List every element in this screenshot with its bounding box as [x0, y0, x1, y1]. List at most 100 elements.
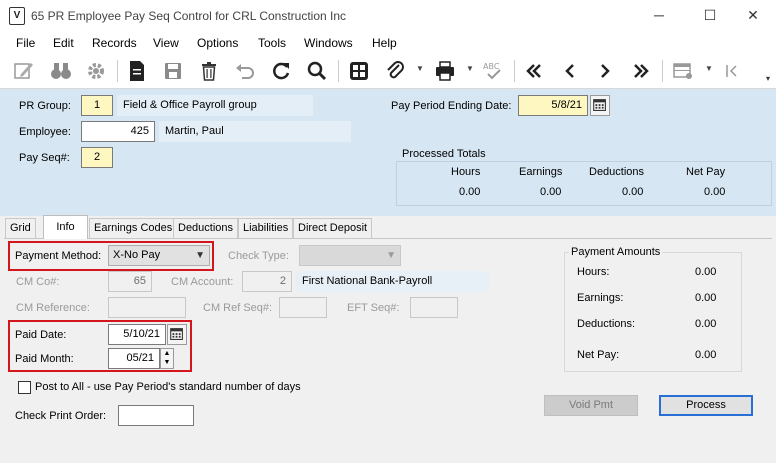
cm-reference-input[interactable]	[108, 297, 186, 318]
payment-hours-value: 0.00	[695, 266, 717, 278]
stepper-up-icon[interactable]: ▲	[161, 349, 173, 358]
attachment-icon[interactable]	[382, 58, 408, 84]
payment-earnings-label: Earnings:	[577, 292, 624, 304]
processed-earnings-value: 0.00	[540, 186, 562, 198]
toolbar-overflow-icon[interactable]: ▾	[766, 74, 770, 83]
svg-text:ABC: ABC	[483, 62, 500, 71]
save-icon[interactable]	[160, 58, 186, 84]
payment-deductions-value: 0.00	[695, 318, 717, 330]
tab-earnings-codes[interactable]: Earnings Codes	[89, 218, 178, 238]
print-dropdown-icon[interactable]: ▼	[466, 64, 474, 73]
cm-account-description: First National Bank-Payroll	[296, 271, 489, 292]
close-button[interactable]: ✕	[730, 0, 776, 32]
tab-info[interactable]: Info	[43, 215, 88, 239]
tab-liabilities[interactable]: Liabilities	[238, 218, 294, 238]
payment-amounts-title: Payment Amounts	[569, 246, 663, 258]
settings-gear-icon[interactable]	[83, 58, 109, 84]
tab-direct-deposit[interactable]: Direct Deposit	[293, 218, 373, 238]
binoculars-icon[interactable]	[48, 58, 74, 84]
processed-earnings-label: Earnings	[519, 166, 563, 178]
menu-help[interactable]: Help	[372, 36, 397, 50]
search-icon[interactable]	[304, 58, 330, 84]
new-document-icon[interactable]	[124, 58, 150, 84]
attachment-dropdown-icon[interactable]: ▼	[416, 64, 424, 73]
cm-ref-seq-label: CM Ref Seq#:	[203, 302, 273, 314]
calendar-icon[interactable]	[590, 95, 610, 116]
undo-icon[interactable]	[232, 58, 258, 84]
employee-name: Martin, Paul	[159, 121, 351, 142]
last-record-icon[interactable]	[628, 58, 654, 84]
pay-period-ending-input[interactable]: 5/8/21	[518, 95, 588, 116]
pr-group-label: PR Group:	[19, 100, 71, 112]
void-payment-button[interactable]: Void Pmt	[544, 395, 638, 416]
calculator-icon[interactable]	[346, 58, 372, 84]
menu-records[interactable]: Records	[92, 36, 137, 50]
first-record-icon[interactable]	[521, 58, 547, 84]
minimize-button[interactable]: ─	[636, 0, 682, 32]
cm-account-input[interactable]: 2	[242, 271, 292, 292]
pay-seq-input[interactable]: 2	[81, 147, 113, 168]
window-title: 65 PR Employee Pay Seq Control for CRL C…	[31, 9, 347, 23]
grid-settings-dropdown-icon[interactable]: ▼	[705, 64, 713, 73]
check-type-select[interactable]: ▼	[299, 245, 401, 266]
paid-date-label: Paid Date:	[15, 329, 67, 341]
process-button[interactable]: Process	[659, 395, 753, 416]
cm-co-label: CM Co#:	[16, 276, 60, 288]
employee-label: Employee:	[19, 126, 71, 138]
menu-options[interactable]: Options	[197, 36, 238, 50]
payment-net-pay-label: Net Pay:	[577, 349, 620, 361]
paid-month-stepper[interactable]: ▲ ▼	[160, 348, 174, 369]
refresh-icon[interactable]	[268, 58, 294, 84]
tab-grid[interactable]: Grid	[5, 218, 36, 238]
paid-month-label: Paid Month:	[15, 353, 74, 365]
menu-edit[interactable]: Edit	[53, 36, 74, 50]
processed-hours-label: Hours	[451, 166, 481, 178]
post-to-all-checkbox[interactable]	[18, 381, 31, 394]
grid-settings-icon[interactable]	[670, 58, 696, 84]
collapse-left-icon[interactable]	[719, 58, 745, 84]
paid-month-input[interactable]: 05/21	[108, 348, 160, 369]
stepper-down-icon[interactable]: ▼	[161, 358, 173, 367]
payment-method-label: Payment Method:	[15, 250, 102, 262]
payment-earnings-value: 0.00	[695, 292, 717, 304]
processed-net-pay-label: Net Pay	[686, 166, 726, 178]
cm-reference-label: CM Reference:	[16, 302, 90, 314]
processed-totals-label: Processed Totals	[402, 148, 486, 160]
check-print-order-label: Check Print Order:	[15, 410, 107, 422]
chevron-down-icon: ▼	[195, 250, 205, 261]
maximize-button[interactable]: ☐	[687, 0, 733, 32]
pay-seq-label: Pay Seq#:	[19, 152, 70, 164]
check-type-label: Check Type:	[228, 250, 289, 262]
payment-method-select[interactable]: X-No Pay ▼	[108, 245, 210, 266]
check-print-order-input[interactable]	[118, 405, 194, 426]
app-logo-icon: V	[9, 7, 25, 25]
chevron-down-icon: ▼	[386, 250, 396, 261]
tab-deductions[interactable]: Deductions	[173, 218, 239, 238]
payment-method-value: X-No Pay	[113, 249, 161, 261]
delete-trash-icon[interactable]	[196, 58, 222, 84]
previous-record-icon[interactable]	[557, 58, 583, 84]
calendar-icon[interactable]	[167, 324, 187, 345]
payment-net-pay-value: 0.00	[695, 349, 717, 361]
pr-group-input[interactable]: 1	[81, 95, 113, 116]
menu-windows[interactable]: Windows	[304, 36, 353, 50]
employee-input[interactable]: 425	[81, 121, 155, 142]
eft-seq-label: EFT Seq#:	[347, 302, 400, 314]
paid-date-input[interactable]: 5/10/21	[108, 324, 166, 345]
eft-seq-input[interactable]	[410, 297, 458, 318]
spell-check-icon[interactable]: ABC	[480, 58, 506, 84]
cm-co-input[interactable]: 65	[108, 271, 152, 292]
menu-view[interactable]: View	[153, 36, 179, 50]
processed-deductions-label: Deductions	[589, 166, 645, 178]
print-icon[interactable]	[432, 58, 458, 84]
menu-tools[interactable]: Tools	[258, 36, 286, 50]
cm-ref-seq-input[interactable]	[279, 297, 327, 318]
payment-deductions-label: Deductions:	[577, 318, 636, 330]
next-record-icon[interactable]	[592, 58, 618, 84]
edit-notes-icon[interactable]	[11, 58, 37, 84]
processed-deductions-value: 0.00	[622, 186, 644, 198]
menu-file[interactable]: File	[16, 36, 35, 50]
post-to-all-label: Post to All - use Pay Period's standard …	[35, 381, 301, 393]
processed-net-pay-value: 0.00	[704, 186, 726, 198]
pay-period-ending-label: Pay Period Ending Date:	[391, 100, 512, 112]
